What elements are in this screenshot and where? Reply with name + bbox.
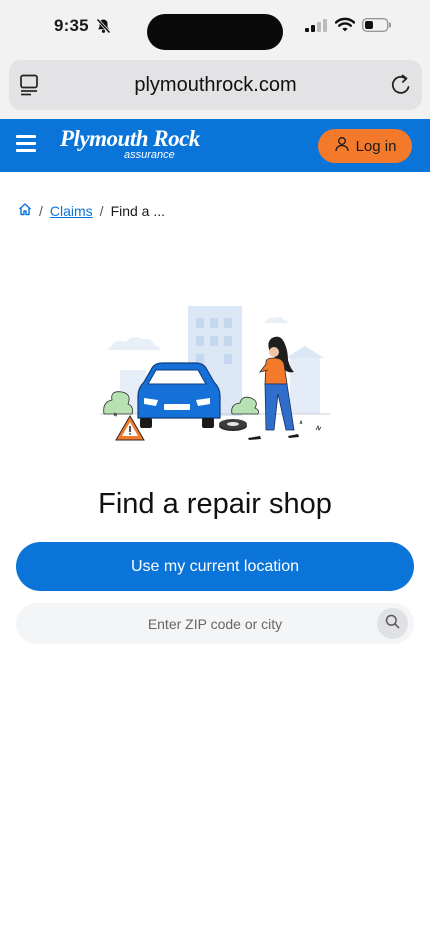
browser-toolbar: plymouthrock.com (0, 56, 430, 119)
site-header: Plymouth Rock assurance Log in (0, 119, 430, 172)
search-button[interactable] (377, 608, 408, 639)
address-bar[interactable]: plymouthrock.com (9, 60, 422, 110)
bell-slash-icon (96, 18, 111, 39)
home-icon[interactable] (18, 202, 32, 219)
battery-icon (361, 17, 392, 37)
breadcrumb-separator: / (99, 202, 104, 219)
logo-text: Plymouth Rock (60, 126, 200, 151)
wifi-icon (334, 17, 356, 37)
url-text[interactable]: plymouthrock.com (9, 74, 422, 97)
hamburger-menu-icon[interactable] (16, 135, 36, 153)
status-bar: 9:35 (0, 0, 430, 56)
login-label: Log in (355, 137, 397, 155)
roadside-illustration (100, 300, 330, 446)
search-icon (385, 614, 400, 634)
status-time: 9:35 (54, 16, 89, 35)
breadcrumb-current: Find a ... (110, 202, 166, 219)
breadcrumb-separator: / (39, 202, 43, 219)
page-title: Find a repair shop (98, 488, 332, 520)
breadcrumb: / Claims / Find a ... (18, 202, 165, 219)
login-button[interactable]: Log in (318, 129, 412, 163)
use-current-location-button[interactable]: Use my current location (16, 542, 414, 591)
zip-city-input[interactable] (16, 603, 414, 644)
dynamic-island (147, 14, 283, 50)
breadcrumb-claims-link[interactable]: Claims (50, 203, 93, 219)
search-field (16, 603, 414, 644)
reload-icon[interactable] (390, 73, 412, 102)
user-icon (334, 136, 350, 157)
brand-logo[interactable]: Plymouth Rock assurance (60, 126, 200, 162)
cellular-signal-icon (305, 19, 327, 37)
